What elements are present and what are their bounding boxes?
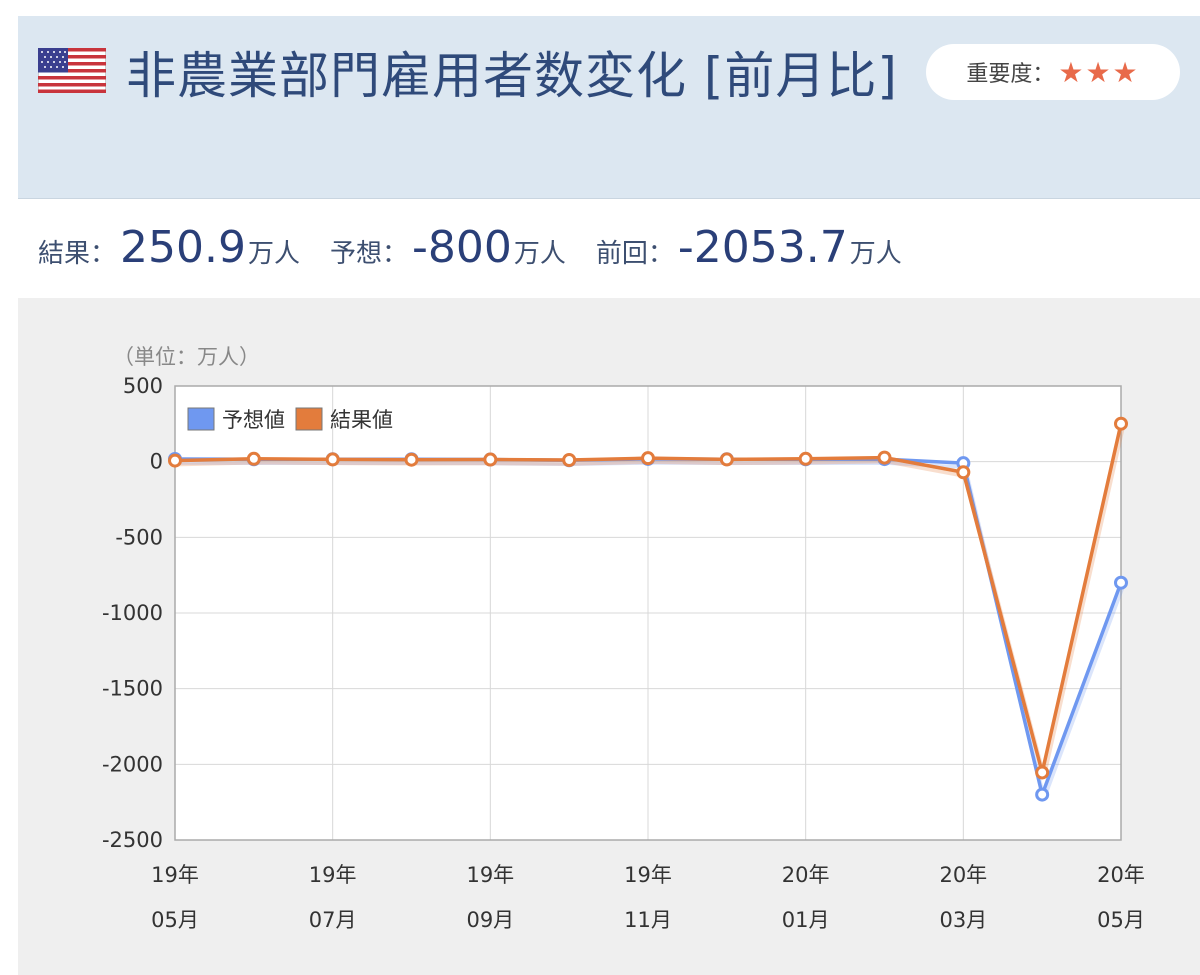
data-point (562, 453, 577, 468)
stat-label: 予想： (330, 239, 409, 269)
legend-label: 結果値 (330, 408, 393, 432)
data-point (877, 450, 892, 465)
data-point (483, 452, 498, 467)
stat-unit: 万人 (247, 239, 300, 269)
data-point (1035, 787, 1050, 802)
stat-result: 結果： 250.9 万人 (38, 222, 300, 273)
x-tick-label: 20年 (782, 863, 830, 887)
data-point (956, 465, 971, 480)
stat-value: -800 (412, 222, 512, 273)
x-tick-label: 01月 (782, 908, 830, 932)
x-tick-label: 05月 (1097, 908, 1145, 932)
stat-previous: 前回： -2053.7 万人 (596, 222, 902, 273)
x-tick-label: 19年 (151, 863, 199, 887)
y-tick-label: 0 (150, 450, 163, 474)
importance-badge: 重要度： ★★★ (926, 44, 1180, 100)
indicator-header: 非農業部門雇用者数変化 [前月比] 重要度： ★★★ (18, 16, 1200, 199)
x-tick-label: 05月 (151, 908, 199, 932)
x-tick-label: 19年 (466, 863, 514, 887)
x-tick-label: 03月 (939, 908, 987, 932)
data-point (1114, 416, 1128, 431)
x-tick-label: 20年 (1097, 863, 1145, 887)
stat-forecast: 予想： -800 万人 (330, 222, 566, 273)
data-point (168, 453, 182, 468)
legend-swatch (295, 407, 323, 431)
x-tick-label: 09月 (466, 908, 514, 932)
stat-value: 250.9 (120, 222, 246, 273)
x-tick-label: 19年 (309, 863, 357, 887)
importance-stars: ★★★ (1058, 55, 1140, 89)
y-tick-label: 500 (123, 374, 163, 398)
page-title: 非農業部門雇用者数変化 [前月比] (126, 47, 898, 105)
line-chart: 500 0 -500 -1000 -1500 -2000 -2500 （単位：万人） 19年 05… (102, 345, 1145, 932)
stats-row: 結果： 250.9 万人 予想： -800 万人 前回： -2053.7 万人 (38, 222, 932, 282)
legend-swatch (187, 407, 215, 431)
x-tick-label: 19年 (624, 863, 672, 887)
data-point (325, 452, 340, 467)
data-point (641, 451, 655, 466)
data-point (1114, 575, 1128, 590)
x-tick-label: 07月 (309, 908, 357, 932)
y-tick-label: -500 (115, 525, 163, 549)
stat-value: -2053.7 (677, 222, 848, 273)
data-point (246, 451, 261, 466)
x-tick-label: 11月 (624, 908, 672, 932)
y-tick-label: -2000 (102, 752, 163, 776)
importance-label: 重要度： (966, 62, 1055, 87)
data-point (1035, 765, 1050, 780)
stat-label: 結果： (38, 239, 117, 269)
stat-unit: 万人 (513, 239, 566, 269)
legend-label: 予想値 (222, 408, 285, 432)
chart-panel: 500 0 -500 -1000 -1500 -2000 -2500 （単位：万人） 19年 05… (18, 298, 1200, 975)
x-tick-label: 20年 (939, 863, 987, 887)
y-unit-label: （単位：万人） (113, 345, 260, 369)
data-point (404, 452, 419, 467)
y-tick-label: -2500 (102, 828, 163, 852)
stat-unit: 万人 (849, 239, 902, 269)
y-tick-label: -1500 (102, 677, 163, 701)
y-tick-label: -1000 (102, 601, 163, 625)
data-point (798, 451, 813, 466)
stat-label: 前回： (595, 239, 674, 269)
data-point (719, 452, 734, 467)
